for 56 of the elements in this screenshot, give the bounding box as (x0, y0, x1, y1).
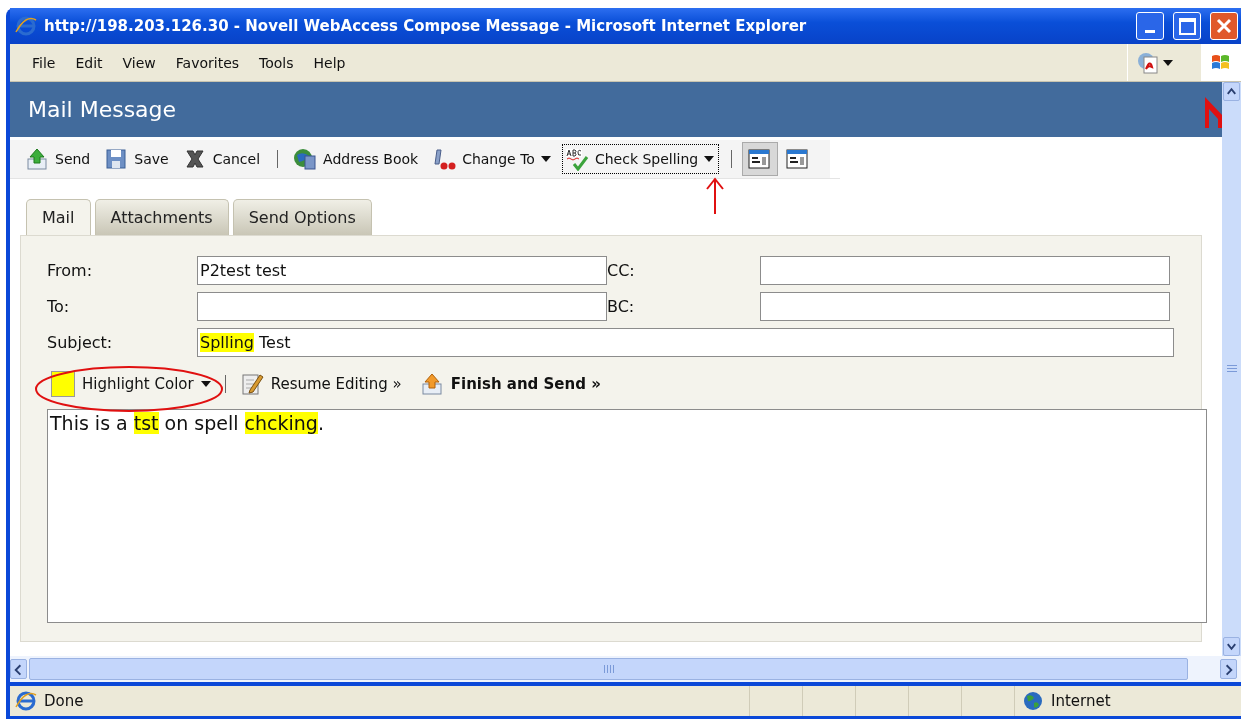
caret-icon (540, 156, 551, 162)
page-icon (14, 689, 38, 713)
message-body[interactable]: This is a tst on spell chcking. (47, 409, 1207, 623)
menu-item[interactable]: View (112, 54, 166, 71)
field-label: From: (47, 261, 94, 280)
dropdown-button[interactable]: Check Spelling (559, 142, 722, 176)
caret-icon (1163, 59, 1173, 66)
horizontal-scrollbar[interactable] (10, 656, 1241, 682)
menu-item[interactable]: Edit (65, 54, 113, 71)
upload-envelope-icon (25, 147, 49, 171)
zone-label: Internet (1051, 692, 1111, 710)
status-text: Done (44, 692, 84, 710)
input-field[interactable]: Splling Test (197, 328, 1174, 357)
toolbar-button[interactable]: Send (20, 142, 98, 176)
close-icon (1216, 18, 1232, 34)
caret-icon (704, 156, 715, 162)
field-label: To: (47, 297, 71, 316)
input-field[interactable] (760, 292, 1170, 321)
menu-item[interactable]: Tools (249, 54, 304, 71)
dropdown-button[interactable]: Change To (427, 142, 558, 176)
resume-editing-button[interactable]: Resume Editing » (235, 368, 410, 400)
page-heading: Mail Message (10, 82, 1222, 137)
input-field[interactable] (197, 292, 607, 321)
maximize-button[interactable] (1173, 12, 1201, 40)
tab[interactable]: Send Options (232, 199, 372, 235)
browser-icon (14, 14, 38, 38)
view-toggle-button[interactable] (742, 142, 779, 176)
toolbar-button[interactable]: Save (99, 142, 176, 176)
vertical-scrollbar[interactable] (1222, 82, 1241, 656)
toolbar-button[interactable]: Address Book (288, 142, 426, 176)
field-label: BC: (607, 297, 636, 316)
tab[interactable]: Attachments (94, 199, 229, 235)
input-field[interactable]: P2test test (197, 256, 607, 285)
pencil-note-icon (239, 372, 264, 396)
globe-icon (1021, 689, 1045, 713)
upload-envelope-icon (419, 372, 444, 396)
finish-send-button[interactable]: Finish and Send » (415, 368, 609, 400)
spell-check-icon (564, 147, 589, 171)
menu-item[interactable]: Help (303, 54, 356, 71)
pdf-icon (1136, 50, 1160, 75)
toolbar-button[interactable]: Cancel (177, 142, 268, 176)
annotation-mark (1203, 95, 1222, 128)
window-title: http://198.203.126.30 - Novell WebAccess Compose Message - Microsoft Internet Explorer (44, 17, 808, 35)
menu-item[interactable]: File (22, 54, 66, 71)
menu-item[interactable]: Favorites (165, 54, 250, 71)
caret-icon (200, 381, 211, 387)
layout-icon (785, 147, 810, 171)
layout-icon (747, 147, 772, 171)
annotation-arrow (705, 177, 725, 215)
close-button[interactable] (1210, 12, 1238, 40)
input-field[interactable] (760, 256, 1170, 285)
field-label: Subject: (47, 333, 114, 352)
minimize-button[interactable] (1136, 12, 1164, 40)
tab[interactable]: Mail (26, 199, 91, 235)
field-label: CC: (607, 261, 636, 280)
globe-book-icon (293, 147, 318, 171)
